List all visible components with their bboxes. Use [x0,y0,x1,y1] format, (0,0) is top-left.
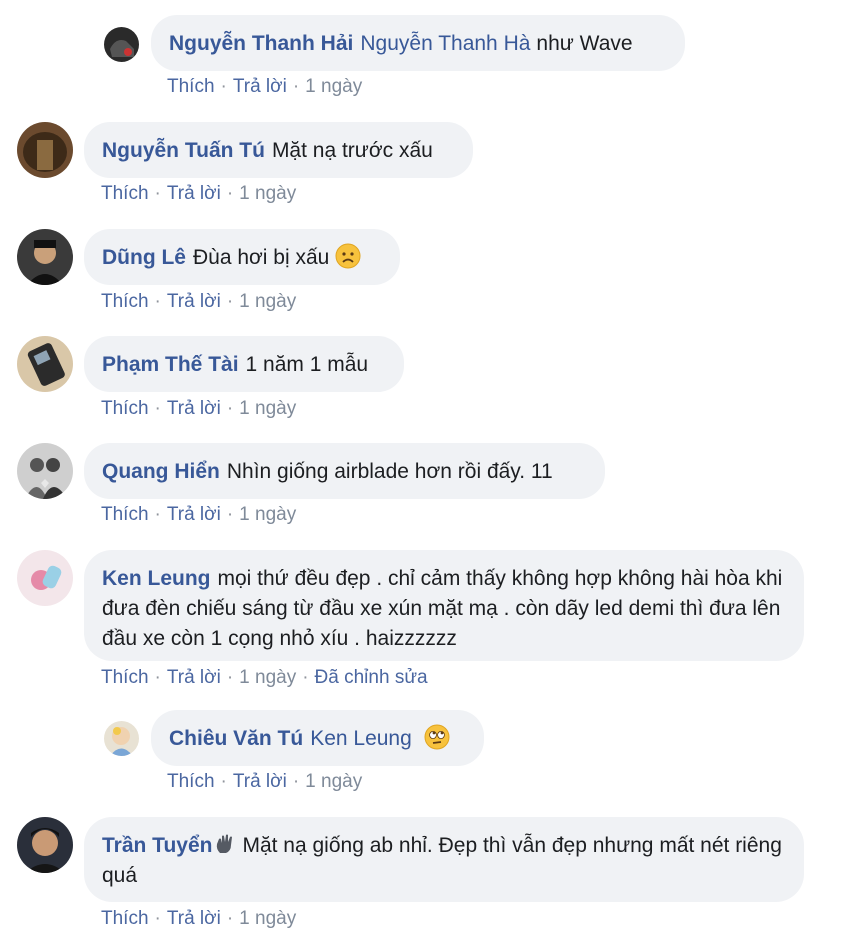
comment-text: 1 năm 1 mẫu [245,353,369,376]
like-link[interactable]: Thích [101,908,149,929]
reply-link[interactable]: Trả lời [167,667,221,688]
comment-bubble: Trần Tuyển Mặt nạ giống ab nhỉ. Đẹp thì … [84,817,804,902]
reply-link[interactable]: Trả lời [233,76,287,97]
comment-author[interactable]: Ken Leung [102,567,211,590]
comment-author[interactable]: Nguyễn Thanh Hải [169,32,353,55]
comment-actions: Thích · Trả lời · 1 ngày · Đã chỉnh sửa [101,667,428,688]
avatar[interactable] [104,27,139,62]
reply-link[interactable]: Trả lời [167,908,221,929]
comment-actions: Thích · Trả lời · 1 ngày [101,504,297,525]
comment-actions: Thích · Trả lời · 1 ngày [101,908,297,929]
reply-link[interactable]: Trả lời [167,504,221,525]
like-link[interactable]: Thích [101,504,149,525]
like-link[interactable]: Thích [101,291,149,312]
avatar[interactable] [104,721,139,756]
comment-actions: Thích · Trả lời · 1 ngày [167,771,363,792]
avatar[interactable] [17,817,73,873]
comment-text: như Wave [536,32,633,55]
reply-link[interactable]: Trả lời [167,398,221,419]
avatar[interactable] [17,336,73,392]
avatar[interactable] [17,550,73,606]
comment-mention[interactable]: Ken Leung [310,727,412,750]
comment-author[interactable]: Trần Tuyển [102,834,212,857]
frowning-face-icon [335,243,361,269]
rolling-eyes-face-icon [424,724,450,750]
comment-author[interactable]: Chiêu Văn Tú [169,727,303,750]
comment-bubble: Quang Hiển Nhìn giống airblade hơn rồi đấ… [84,443,605,499]
comment-actions: Thích · Trả lời · 1 ngày [167,76,363,97]
reply-link[interactable]: Trả lời [167,183,221,204]
like-link[interactable]: Thích [167,771,215,792]
like-link[interactable]: Thích [167,76,215,97]
comment-bubble: Ken Leung mọi thứ đều đẹp . chỉ cảm thấy … [84,550,804,661]
reply-link[interactable]: Trả lời [167,291,221,312]
comment-time[interactable]: 1 ngày [239,398,296,419]
like-link[interactable]: Thích [101,398,149,419]
avatar[interactable] [17,443,73,499]
comment-author[interactable]: Phạm Thế Tài [102,353,239,376]
comment-author[interactable]: Dũng Lê [102,246,186,269]
comment-bubble: Nguyễn Thanh Hải Nguyễn Thanh Hà như Wave [151,15,685,71]
comment-time[interactable]: 1 ngày [239,291,296,312]
comment-time[interactable]: 1 ngày [305,771,362,792]
comment-time[interactable]: 1 ngày [239,667,296,688]
comment-time[interactable]: 1 ngày [239,504,296,525]
comment-text: Đùa hơi bị xấu [193,246,330,269]
comment-time[interactable]: 1 ngày [239,908,296,929]
comment-bubble: Chiêu Văn Tú Ken Leung [151,710,484,766]
avatar[interactable] [17,229,73,285]
comment-time[interactable]: 1 ngày [239,183,296,204]
like-link[interactable]: Thích [101,667,149,688]
waving-hand-icon [214,833,236,855]
comment-bubble: Nguyễn Tuấn Tú Mặt nạ trước xấu [84,122,473,178]
comment-actions: Thích · Trả lời · 1 ngày [101,291,297,312]
comment-author[interactable]: Quang Hiển [102,460,220,483]
like-link[interactable]: Thích [101,183,149,204]
comment-bubble: Dũng Lê Đùa hơi bị xấu [84,229,400,285]
comment-actions: Thích · Trả lời · 1 ngày [101,183,297,204]
comment-bubble: Phạm Thế Tài 1 năm 1 mẫu [84,336,404,392]
comment-actions: Thích · Trả lời · 1 ngày [101,398,297,419]
comment-time[interactable]: 1 ngày [305,76,362,97]
comment-text: Mặt nạ trước xấu [271,139,433,162]
avatar[interactable] [17,122,73,178]
comment-mention[interactable]: Nguyễn Thanh Hà [360,32,530,55]
comment-author[interactable]: Nguyễn Tuấn Tú [102,139,265,162]
reply-link[interactable]: Trả lời [233,771,287,792]
edited-link[interactable]: Đã chỉnh sửa [315,667,428,688]
comment-text: Nhìn giống airblade hơn rồi đấy. 11 [226,460,553,483]
